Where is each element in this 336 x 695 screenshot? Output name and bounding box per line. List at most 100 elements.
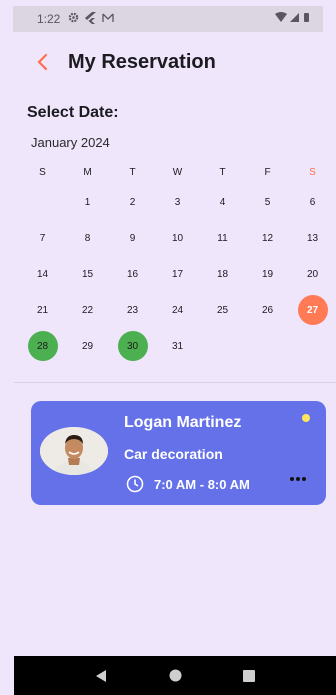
system-nav-bar	[14, 656, 336, 695]
calendar-day-label: 8	[84, 232, 91, 244]
time-row: 7:0 AM - 8:0 AM	[126, 475, 250, 493]
calendar-day-3[interactable]: 3	[155, 186, 200, 218]
recents-nav-icon[interactable]	[239, 666, 259, 686]
calendar-empty-cell	[245, 330, 290, 362]
calendar-day-label: 13	[306, 232, 319, 244]
calendar-day-label: 16	[126, 268, 139, 280]
calendar-day-27[interactable]: 27	[290, 294, 335, 326]
calendar-day-label: 18	[216, 268, 229, 280]
calendar-day-1[interactable]: 1	[65, 186, 110, 218]
calendar-day-7[interactable]: 7	[20, 222, 65, 254]
weekday-label: F	[264, 166, 271, 178]
signal-icon	[290, 13, 299, 22]
weekday-label: W	[172, 166, 183, 178]
calendar-day-label: 11	[217, 232, 228, 244]
calendar-day-label: 29	[81, 340, 94, 352]
divider	[14, 382, 336, 383]
reservation-card[interactable]: Logan Martinez Car decoration 7:0 AM - 8…	[31, 401, 326, 505]
calendar-day-label: 25	[216, 304, 229, 316]
calendar-day-label: 30	[117, 331, 148, 361]
weekday-header-row: S M T W T F S	[20, 160, 335, 184]
calendar-day-31[interactable]: 31	[155, 330, 200, 362]
calendar-day-6[interactable]: 6	[290, 186, 335, 218]
app-bar: My Reservation	[0, 44, 336, 84]
calendar-day-16[interactable]: 16	[110, 258, 155, 290]
calendar-day-15[interactable]: 15	[65, 258, 110, 290]
chevron-left-icon	[37, 53, 48, 71]
calendar-day-22[interactable]: 22	[65, 294, 110, 326]
calendar-day-label: 3	[174, 196, 181, 208]
calendar-day-label: 24	[171, 304, 184, 316]
calendar-day-9[interactable]: 9	[110, 222, 155, 254]
calendar-days: 1 2 3 4 5 6 7 8 9 10 11 12 13 14 15 16 17 18 19 20 21 22 23 24 2…	[20, 184, 335, 364]
home-nav-icon[interactable]	[165, 666, 185, 686]
calendar-day-8[interactable]: 8	[65, 222, 110, 254]
calendar-day-18[interactable]: 18	[200, 258, 245, 290]
calendar-day-30[interactable]: 30	[110, 330, 155, 362]
wifi-icon	[275, 12, 287, 22]
calendar-day-25[interactable]: 25	[200, 294, 245, 326]
more-dot	[290, 477, 294, 481]
calendar-day-24[interactable]: 24	[155, 294, 200, 326]
back-button[interactable]	[30, 50, 54, 74]
calendar-day-21[interactable]: 21	[20, 294, 65, 326]
calendar-day-label: 21	[36, 304, 49, 316]
customer-name: Logan Martinez	[124, 414, 242, 431]
calendar-empty-cell	[200, 330, 245, 362]
calendar-day-label: 1	[84, 196, 91, 208]
calendar-week-row: 21 22 23 24 25 26 27	[20, 292, 335, 328]
calendar-day-13[interactable]: 13	[290, 222, 335, 254]
more-dot	[296, 477, 300, 481]
calendar-day-10[interactable]: 10	[155, 222, 200, 254]
calendar-week-row: 14 15 16 17 18 19 20	[20, 256, 335, 292]
back-nav-icon[interactable]	[91, 666, 111, 686]
calendar-day-26[interactable]: 26	[245, 294, 290, 326]
calendar-day-label: 4	[219, 196, 226, 208]
calendar-day-label: 6	[309, 196, 316, 208]
calendar-day-23[interactable]: 23	[110, 294, 155, 326]
calendar-day-4[interactable]: 4	[200, 186, 245, 218]
calendar-day-2[interactable]: 2	[110, 186, 155, 218]
more-dot	[302, 477, 306, 481]
mail-icon	[102, 12, 115, 26]
flutter-icon	[85, 11, 97, 27]
month-label: January 2024	[31, 135, 110, 150]
calendar-empty-cell	[290, 330, 335, 362]
time-range: 7:0 AM - 8:0 AM	[154, 476, 250, 492]
calendar-day-12[interactable]: 12	[245, 222, 290, 254]
status-dot	[302, 414, 310, 422]
calendar-day-5[interactable]: 5	[245, 186, 290, 218]
calendar-day-label: 7	[39, 232, 46, 244]
calendar-day-label: 26	[261, 304, 274, 316]
page-title: My Reservation	[68, 51, 216, 73]
calendar-day-label: 12	[261, 232, 274, 244]
calendar-day-label: 19	[261, 268, 274, 280]
status-time: 1:22	[37, 12, 61, 26]
select-date-label: Select Date:	[27, 104, 119, 121]
calendar-empty-cell	[20, 186, 65, 218]
calendar-day-17[interactable]: 17	[155, 258, 200, 290]
weekday-label: S	[39, 166, 46, 178]
weekday-label: T	[129, 166, 136, 178]
more-options-button[interactable]	[286, 469, 310, 489]
calendar-day-20[interactable]: 20	[290, 258, 335, 290]
service-name: Car decoration	[124, 446, 223, 462]
gear-icon	[68, 12, 79, 26]
calendar-day-label: 9	[129, 232, 136, 244]
calendar-day-label: 22	[81, 304, 94, 316]
calendar: S M T W T F S 1 2 3 4 5 6 7 8 9 10 11 12 13 14 15 16 17 1…	[20, 160, 335, 364]
calendar-day-28[interactable]: 28	[20, 330, 65, 362]
system-indicators	[275, 12, 313, 26]
clock-icon	[126, 475, 144, 493]
calendar-week-row: 7 8 9 10 11 12 13	[20, 220, 335, 256]
avatar	[40, 427, 108, 475]
calendar-day-label: 10	[171, 232, 184, 244]
calendar-day-14[interactable]: 14	[20, 258, 65, 290]
calendar-day-29[interactable]: 29	[65, 330, 110, 362]
calendar-day-11[interactable]: 11	[200, 222, 245, 254]
weekday-label-saturday: S	[309, 166, 316, 178]
calendar-day-19[interactable]: 19	[245, 258, 290, 290]
calendar-day-label: 20	[306, 268, 319, 280]
calendar-day-label: 31	[171, 340, 184, 352]
calendar-day-label: 5	[264, 196, 271, 208]
